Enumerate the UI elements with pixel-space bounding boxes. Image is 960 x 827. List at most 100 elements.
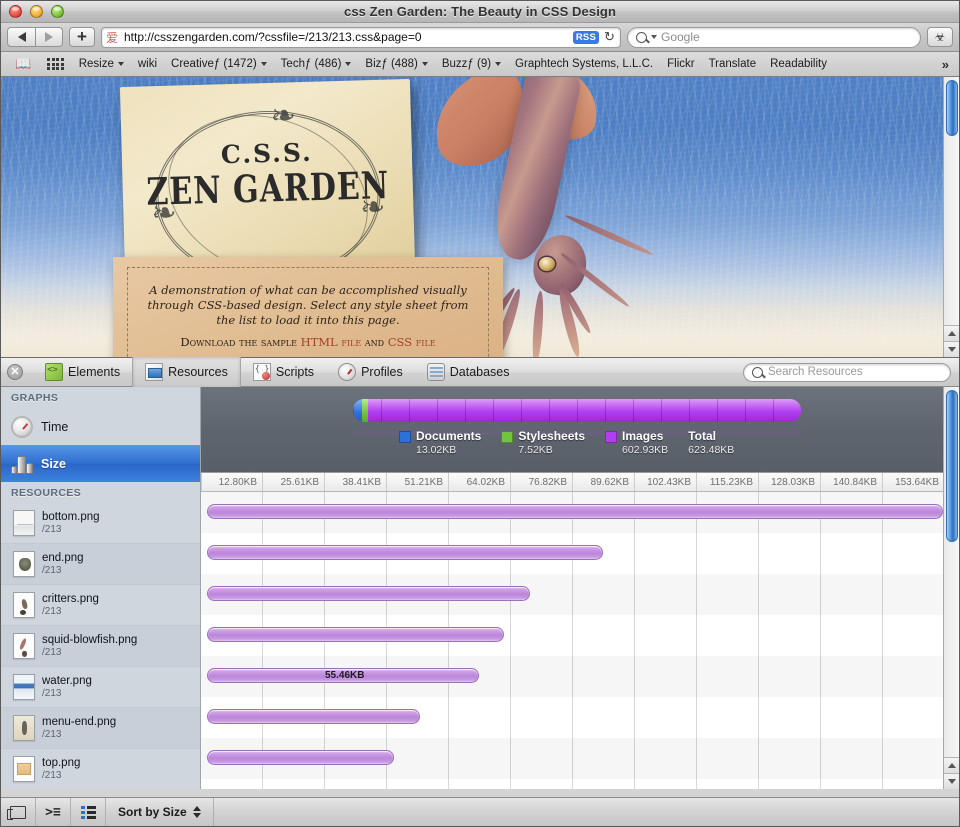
- sort-selector[interactable]: Sort by Size: [106, 798, 214, 827]
- show-console-button[interactable]: >≡: [36, 798, 71, 827]
- close-inspector-button[interactable]: ✕: [7, 364, 23, 380]
- tab-databases[interactable]: Databases: [415, 357, 522, 387]
- legend-swatch-stylesheets: [501, 431, 513, 443]
- zoom-window-button[interactable]: [51, 5, 64, 18]
- squid-eye: [539, 257, 555, 271]
- bookmarks-overflow-icon[interactable]: »: [942, 57, 953, 72]
- bookmark-graphtech[interactable]: Graphtech Systems, L.L.C.: [508, 52, 660, 76]
- minimize-window-button[interactable]: [30, 5, 43, 18]
- size-bar-bottom-png[interactable]: [207, 504, 943, 519]
- weights-icon: [11, 453, 33, 475]
- list-item[interactable]: bottom.png /213: [1, 503, 200, 544]
- list-item[interactable]: top.png /213: [1, 749, 200, 789]
- bookmark-wiki[interactable]: wiki: [131, 52, 164, 76]
- size-bar-critters-png[interactable]: [207, 586, 530, 601]
- inspector-vertical-scrollbar[interactable]: [943, 387, 959, 789]
- table-row[interactable]: [201, 533, 943, 574]
- sidebar-item-size[interactable]: Size: [1, 445, 200, 482]
- inspector-scroll-down-button[interactable]: [944, 773, 959, 789]
- bookmark-translate[interactable]: Translate: [702, 52, 764, 76]
- list-item[interactable]: critters.png /213: [1, 585, 200, 626]
- bookmark-flickr[interactable]: Flickr: [660, 52, 701, 76]
- resource-name: top.png: [42, 757, 80, 770]
- list-item[interactable]: squid-blowfish.png /213: [1, 626, 200, 667]
- list-icon: [81, 806, 96, 819]
- resource-thumbnail-icon: [13, 756, 35, 782]
- add-bookmark-button[interactable]: +: [69, 27, 95, 47]
- tab-scripts[interactable]: Scripts: [241, 357, 326, 387]
- resource-name: squid-blowfish.png: [42, 634, 137, 647]
- tab-profiles[interactable]: Profiles: [326, 357, 415, 387]
- forward-button[interactable]: [35, 27, 63, 47]
- resource-meta: bottom.png /213: [42, 511, 100, 536]
- axis-tick: 38.41KB: [325, 473, 387, 491]
- table-row[interactable]: [201, 697, 943, 738]
- table-row[interactable]: [201, 779, 943, 789]
- list-item[interactable]: menu-end.png /213: [1, 708, 200, 749]
- size-bar-menu-end-png[interactable]: [207, 709, 420, 724]
- dock-inspector-button[interactable]: [1, 798, 36, 827]
- address-bar[interactable]: http://csszengarden.com/?cssfile=/213/21…: [101, 27, 621, 48]
- page-vertical-scrollbar[interactable]: [943, 77, 959, 357]
- top-sites-icon[interactable]: [39, 58, 72, 70]
- legend-value: 7.52KB: [518, 444, 585, 457]
- chevron-down-icon[interactable]: [651, 35, 657, 39]
- bookmark-label: Techƒ (486): [281, 58, 342, 70]
- browser-window: css Zen Garden: The Beauty in CSS Design…: [0, 0, 960, 827]
- bookmark-label: wiki: [138, 58, 157, 70]
- resource-meta: menu-end.png /213: [42, 716, 116, 741]
- table-row[interactable]: [201, 738, 943, 779]
- legend-label-total: Total: [688, 429, 734, 444]
- resource-path: /213: [42, 606, 99, 618]
- legend-item-total: Total 623.48KB: [688, 429, 734, 457]
- show-all-bookmarks-icon[interactable]: 📖: [7, 56, 39, 72]
- bookmark-resize[interactable]: Resize: [72, 52, 131, 76]
- size-bar-top-png[interactable]: [207, 750, 394, 765]
- bug-icon: ☣: [935, 30, 946, 44]
- inspector-scrollbar-thumb[interactable]: [946, 390, 958, 542]
- bookmark-biz[interactable]: Bizƒ (488): [358, 52, 434, 76]
- bookmark-readability[interactable]: Readability: [763, 52, 834, 76]
- rss-badge[interactable]: RSS: [573, 31, 599, 44]
- triangle-down-icon: [948, 347, 956, 352]
- web-inspector-button[interactable]: ☣: [927, 27, 953, 47]
- resource-name: critters.png: [42, 593, 99, 606]
- tab-label: Resources: [168, 365, 228, 379]
- tab-elements[interactable]: Elements: [33, 357, 132, 387]
- download-middle: and: [361, 335, 388, 349]
- resource-name: menu-end.png: [42, 716, 116, 729]
- bookmark-creative[interactable]: Creativeƒ (1472): [164, 52, 274, 76]
- table-row[interactable]: 55.46KB: [201, 656, 943, 697]
- sidebar-item-time[interactable]: Time: [1, 408, 200, 445]
- table-row[interactable]: [201, 615, 943, 656]
- bookmark-buzz[interactable]: Buzzƒ (9): [435, 52, 508, 76]
- console-prompt-icon: >≡: [45, 805, 61, 820]
- close-window-button[interactable]: [9, 5, 22, 18]
- table-row[interactable]: [201, 574, 943, 615]
- size-bars-area: 55.46KB: [201, 492, 943, 789]
- page-scroll-up-button[interactable]: [944, 325, 959, 341]
- search-field[interactable]: Google: [627, 27, 921, 48]
- list-item[interactable]: water.png /213: [1, 667, 200, 708]
- page-scrollbar-thumb[interactable]: [946, 80, 958, 136]
- download-css-link[interactable]: CSS file: [388, 335, 436, 349]
- legend-swatch-images: [605, 431, 617, 443]
- inspector-scroll-up-button[interactable]: [944, 757, 959, 773]
- size-bar-end-png[interactable]: [207, 545, 603, 560]
- resource-thumbnail-icon: [13, 674, 35, 700]
- bookmark-tech[interactable]: Techƒ (486): [274, 52, 359, 76]
- legend-item-documents: Documents 13.02KB: [399, 429, 481, 457]
- list-item[interactable]: end.png /213: [1, 544, 200, 585]
- back-arrow-icon: [18, 32, 26, 42]
- page-scroll-down-button[interactable]: [944, 341, 959, 357]
- tab-resources[interactable]: Resources: [132, 357, 241, 387]
- download-html-link[interactable]: HTML file: [301, 335, 362, 349]
- table-row[interactable]: [201, 492, 943, 533]
- axis-tick: 115.23KB: [697, 473, 759, 491]
- show-resource-list-button[interactable]: [71, 798, 106, 827]
- back-button[interactable]: [7, 27, 35, 47]
- reload-icon[interactable]: ↻: [603, 29, 616, 45]
- chevron-down-icon: [118, 62, 124, 66]
- inspector-search-input[interactable]: Search Resources: [743, 363, 951, 382]
- size-bar-squid-blowfish-png[interactable]: [207, 627, 504, 642]
